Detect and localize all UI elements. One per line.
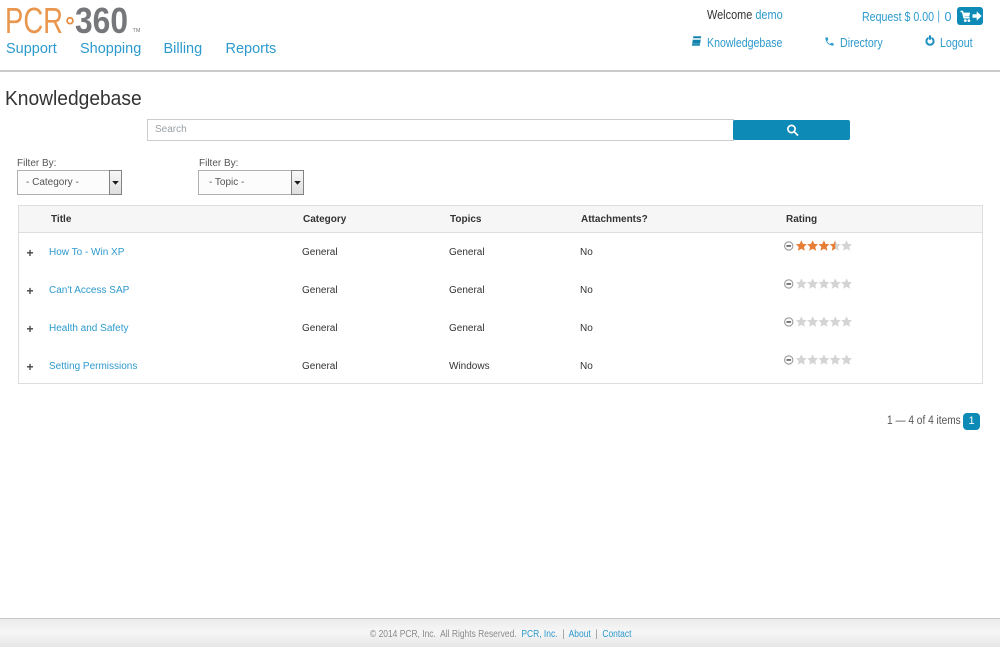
svg-text:TM: TM — [133, 28, 141, 34]
svg-text:360: 360 — [75, 0, 128, 40]
svg-text:PCR: PCR — [5, 0, 63, 40]
